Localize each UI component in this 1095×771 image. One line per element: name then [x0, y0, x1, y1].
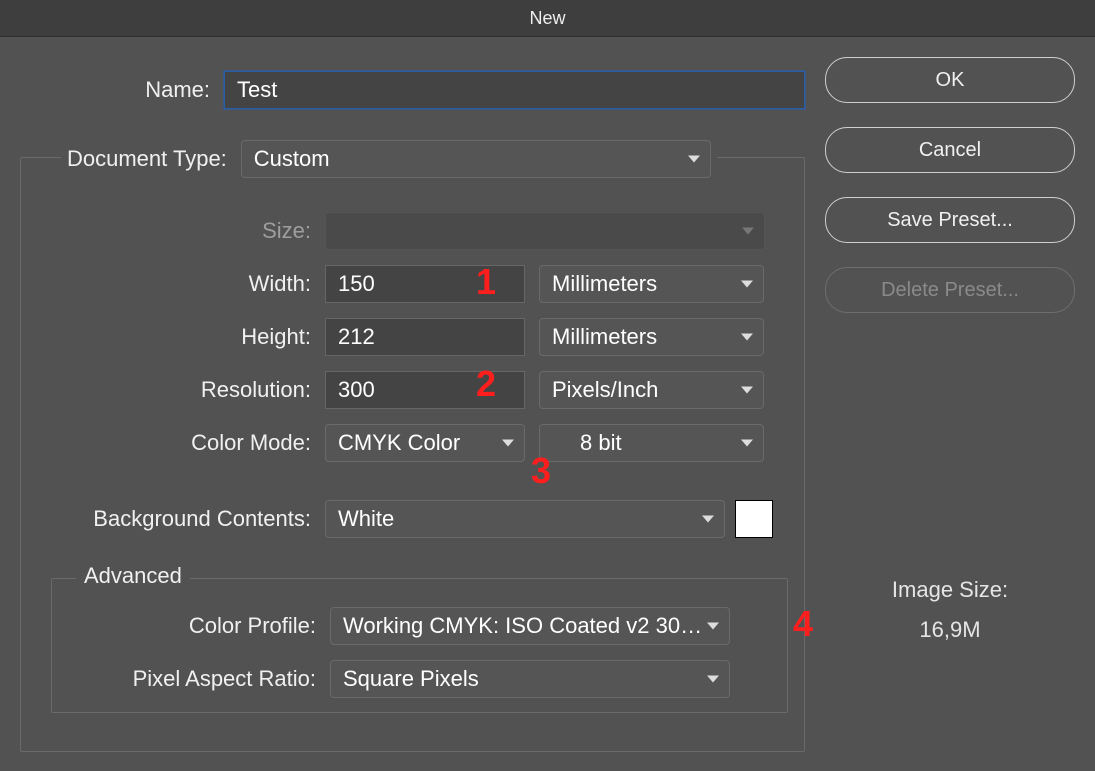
color-mode-value: CMYK Color [338, 430, 460, 456]
cancel-button[interactable]: Cancel [825, 127, 1075, 173]
chevron-down-icon [741, 334, 753, 341]
width-unit-value: Millimeters [552, 271, 657, 297]
color-mode-label: Color Mode: [21, 430, 311, 456]
color-profile-value: Working CMYK: ISO Coated v2 30… [343, 613, 702, 639]
resolution-unit-value: Pixels/Inch [552, 377, 658, 403]
resolution-label: Resolution: [21, 377, 311, 403]
name-input[interactable] [224, 71, 805, 109]
document-type-select[interactable]: Custom [241, 140, 711, 178]
ok-button[interactable]: OK [825, 57, 1075, 103]
chevron-down-icon [741, 440, 753, 447]
height-unit-select[interactable]: Millimeters [539, 318, 764, 356]
name-label: Name: [10, 77, 210, 103]
background-color-swatch[interactable] [735, 500, 773, 538]
right-column: OK Cancel Save Preset... Delete Preset..… [805, 57, 1075, 752]
size-label: Size: [21, 218, 311, 244]
background-contents-value: White [338, 506, 394, 532]
height-unit-value: Millimeters [552, 324, 657, 350]
document-type-group: Document Type: Custom Size: Width: [20, 157, 805, 752]
pixel-aspect-ratio-select[interactable]: Square Pixels [330, 660, 730, 698]
dialog-title-text: New [529, 8, 565, 29]
height-label: Height: [21, 324, 311, 350]
size-select [325, 212, 765, 250]
image-size-label: Image Size: [825, 577, 1075, 603]
chevron-down-icon [707, 676, 719, 683]
pixel-aspect-ratio-value: Square Pixels [343, 666, 479, 692]
advanced-legend: Advanced [76, 563, 190, 589]
resolution-unit-select[interactable]: Pixels/Inch [539, 371, 764, 409]
ok-button-label: OK [936, 69, 965, 92]
document-type-legend: Document Type: Custom [61, 140, 717, 178]
chevron-down-icon [707, 623, 719, 630]
image-size-block: Image Size: 16,9M [825, 577, 1075, 643]
delete-preset-button: Delete Preset... [825, 267, 1075, 313]
color-profile-select[interactable]: Working CMYK: ISO Coated v2 30… [330, 607, 730, 645]
pixel-aspect-ratio-label: Pixel Aspect Ratio: [66, 666, 316, 692]
width-label: Width: [21, 271, 311, 297]
document-type-label: Document Type: [67, 146, 227, 172]
chevron-down-icon [742, 228, 754, 235]
chevron-down-icon [702, 516, 714, 523]
chevron-down-icon [502, 440, 514, 447]
background-contents-select[interactable]: White [325, 500, 725, 538]
color-mode-select[interactable]: CMYK Color [325, 424, 525, 462]
save-preset-label: Save Preset... [887, 209, 1013, 232]
dialog-title: New [0, 0, 1095, 37]
background-contents-label: Background Contents: [21, 506, 311, 532]
cancel-button-label: Cancel [919, 139, 981, 162]
color-profile-label: Color Profile: [66, 613, 316, 639]
left-column: Name: Document Type: Custom Size: [10, 57, 805, 752]
width-unit-select[interactable]: Millimeters [539, 265, 764, 303]
chevron-down-icon [741, 281, 753, 288]
advanced-group: Advanced Color Profile: Working CMYK: IS… [51, 578, 788, 713]
chevron-down-icon [688, 156, 700, 163]
document-type-value: Custom [254, 146, 330, 172]
chevron-down-icon [741, 387, 753, 394]
resolution-input[interactable] [325, 371, 525, 409]
width-input[interactable] [325, 265, 525, 303]
color-depth-select[interactable]: 8 bit [539, 424, 764, 462]
height-input[interactable] [325, 318, 525, 356]
dialog-body: Name: Document Type: Custom Size: [0, 37, 1095, 771]
delete-preset-label: Delete Preset... [881, 279, 1019, 302]
color-depth-value: 8 bit [552, 430, 622, 456]
save-preset-button[interactable]: Save Preset... [825, 197, 1075, 243]
image-size-value: 16,9M [825, 617, 1075, 643]
